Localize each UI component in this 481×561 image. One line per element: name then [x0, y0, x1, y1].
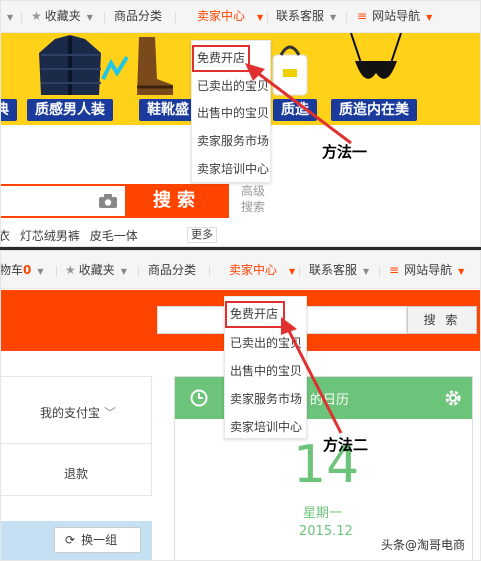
calendar-weekday: 星期一 [303, 506, 343, 521]
advanced-search-line: 搜索 [241, 200, 266, 214]
hot-search-words: 衣 灯芯绒男裤 皮毛一体 [1, 227, 144, 244]
top-nav-bar: ▼ ★ 收藏夹 ▼ 商品分类 卖家中心 ▼ 联系客服 ▼ ≡ 网站导航 ▼ [1, 1, 480, 33]
nav-site-nav[interactable]: ≡ 网站导航 ▼ [357, 1, 432, 33]
nav-seller-center-label: 卖家中心 [229, 263, 278, 277]
nav-categories-label: 商品分类 [114, 9, 163, 23]
nav-cart-label: 物车 [0, 263, 24, 277]
chevron-down-icon: ﹀ [103, 406, 116, 420]
more-button-label: 更多 [191, 228, 213, 241]
nav-favorites-label: 收藏夹 [78, 263, 115, 277]
nav-separator [175, 12, 176, 23]
advanced-search-line: 高级 [241, 184, 266, 198]
refresh-button-label: 换一组 [81, 533, 118, 547]
banner-label: 典 [1, 99, 17, 121]
nav-categories-label: 商品分类 [148, 263, 197, 277]
nav-categories[interactable]: 商品分类 [148, 255, 196, 287]
nav-separator [209, 266, 210, 277]
nav-separator [379, 266, 380, 277]
search-button[interactable]: 搜索 [125, 184, 229, 218]
nav-contact[interactable]: 联系客服 ▼ [309, 255, 369, 287]
nav-site-nav-label: 网站导航 [404, 263, 453, 277]
refresh-button[interactable]: ⟳ 换一组 [54, 527, 141, 553]
nav-separator [346, 12, 347, 23]
star-icon: ★ [31, 9, 42, 23]
chevron-down-icon: ▼ [458, 267, 465, 276]
nav-site-nav-label: 网站导航 [372, 9, 421, 23]
nav-contact-label: 联系客服 [276, 9, 325, 23]
nav-favorites-label: 收藏夹 [44, 9, 81, 23]
chevron-down-icon: ▼ [426, 13, 433, 22]
menu-icon: ≡ [389, 263, 400, 277]
chevron-down-icon: ▼ [257, 13, 264, 22]
calendar-month: 2015.12 [299, 524, 353, 539]
chevron-down-icon: ▼ [289, 267, 296, 276]
nav-cart[interactable]: 物车0 ▼ [0, 255, 44, 287]
nav-seller-center[interactable]: 卖家中心 ▼ [197, 1, 263, 33]
screenshot-panel-method-one: ▼ ★ 收藏夹 ▼ 商品分类 卖家中心 ▼ 联系客服 ▼ ≡ 网站导航 ▼ 质感… [0, 0, 481, 247]
alipay-card: 我的支付宝 ﹀ 退款 [1, 376, 152, 496]
squiggle-decoration [101, 55, 129, 80]
chevron-down-icon: ▼ [7, 13, 14, 22]
chevron-down-icon: ▼ [120, 267, 127, 276]
search-button[interactable]: 搜 索 [407, 306, 477, 334]
boots-image [137, 37, 173, 95]
chevron-down-icon: ▼ [86, 13, 93, 22]
method-label: 方法一 [322, 143, 368, 161]
nav-separator [267, 12, 268, 23]
refund-link[interactable]: 退款 [64, 465, 88, 482]
search-input[interactable] [1, 184, 125, 218]
cart-count-badge: 0 [23, 263, 32, 277]
more-button[interactable]: 更多 [187, 227, 217, 243]
nav-caret-left[interactable]: ▼ [1, 1, 13, 33]
nav-favorites[interactable]: ★ 收藏夹 ▼ [31, 1, 93, 33]
dropdown-item-free-open-store[interactable]: 免费开店 [225, 301, 285, 328]
hot-word-link[interactable]: 皮毛一体 [90, 229, 138, 243]
banner-label: 质感男人装 [27, 99, 113, 121]
nav-site-nav[interactable]: ≡ 网站导航 ▼ [389, 255, 464, 287]
arrow-annotation [245, 63, 352, 145]
watermark: 头条@淘哥电商 [381, 538, 466, 552]
chevron-down-icon: ▼ [330, 13, 337, 22]
chevron-down-icon: ▼ [37, 267, 44, 276]
camera-icon[interactable] [99, 194, 117, 208]
gear-icon[interactable] [443, 388, 463, 408]
jacket-image [39, 35, 101, 95]
chevron-down-icon: ▼ [363, 267, 370, 276]
nav-contact-label: 联系客服 [309, 263, 358, 277]
clock-icon [190, 389, 208, 407]
top-nav-bar: 物车0 ▼ ★ 收藏夹 ▼ 商品分类 卖家中心 ▼ 联系客服 ▼ ≡ 网站导航 ▼ [1, 251, 480, 289]
nav-categories[interactable]: 商品分类 [114, 1, 162, 33]
banner-label: 鞋靴盛 [139, 99, 197, 121]
refresh-icon: ⟳ [65, 533, 76, 547]
nav-seller-center[interactable]: 卖家中心 ▼ [229, 255, 295, 287]
nav-separator [21, 12, 22, 23]
method-label: 方法二 [323, 436, 369, 454]
arrow-annotation [281, 317, 343, 434]
hot-word-link[interactable]: 衣 [1, 229, 10, 243]
nav-separator [299, 266, 300, 277]
star-icon: ★ [65, 263, 76, 277]
screenshot-panel-method-two: 物车0 ▼ ★ 收藏夹 ▼ 商品分类 卖家中心 ▼ 联系客服 ▼ ≡ 网站导航 ▼ 搜 索 我… [0, 250, 481, 561]
nav-contact[interactable]: 联系客服 ▼ [276, 1, 336, 33]
card-divider [1, 443, 151, 444]
nav-favorites[interactable]: ★ 收藏夹 ▼ [65, 255, 127, 287]
menu-icon: ≡ [357, 9, 368, 23]
hot-word-link[interactable]: 灯芯绒男裤 [20, 229, 80, 243]
my-alipay-link[interactable]: 我的支付宝 ﹀ [40, 404, 116, 421]
my-alipay-label: 我的支付宝 [40, 406, 101, 420]
nav-separator [104, 12, 105, 23]
advanced-search-link[interactable]: 高级 搜索 [241, 185, 265, 214]
nav-separator [138, 266, 139, 277]
nav-separator [56, 266, 57, 277]
dropdown-item-training-center[interactable]: 卖家培训中心 [192, 156, 270, 183]
nav-seller-center-label: 卖家中心 [197, 9, 246, 23]
